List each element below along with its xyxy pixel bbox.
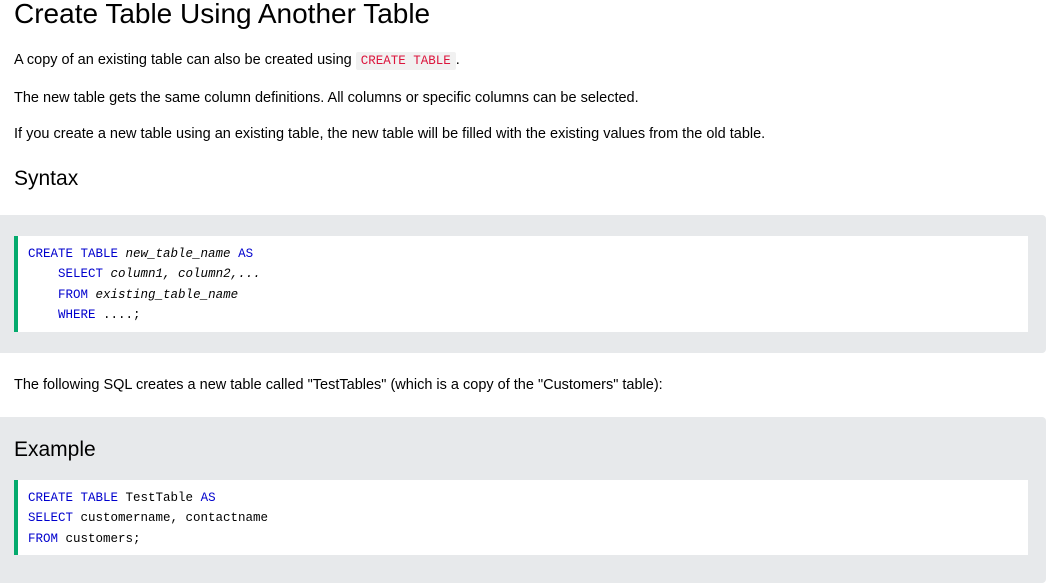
example-heading: Example — [14, 438, 96, 461]
paragraph-filled-values: If you create a new table using an exist… — [14, 126, 766, 142]
example-code-line: FROM customers; — [28, 529, 1028, 549]
syntax-heading: Syntax — [14, 167, 79, 190]
paragraph-example-intro: The following SQL creates a new table ca… — [14, 377, 663, 393]
sql-keyword: AS — [238, 247, 254, 261]
syntax-code-line: WHERE ....; — [28, 305, 1028, 325]
sql-identifier: column1, column2,... — [110, 267, 261, 282]
sql-identifier: existing_table_name — [95, 287, 239, 302]
syntax-panel: CREATE TABLE new_table_name AS SELECT co… — [0, 215, 1046, 353]
paragraph-intro-end: . — [455, 52, 460, 68]
paragraph-intro-text: A copy of an existing table can also be … — [14, 52, 356, 68]
example-code-line: SELECT customername, contactname — [28, 508, 1028, 528]
syntax-code-block[interactable]: CREATE TABLE new_table_name AS SELECT co… — [14, 236, 1028, 332]
paragraph-column-definitions: The new table gets the same column defin… — [14, 90, 639, 106]
page-title: Create Table Using Another Table — [14, 0, 431, 29]
sql-text: customers; — [65, 531, 141, 546]
example-code-block[interactable]: CREATE TABLE TestTable AS SELECT custome… — [14, 480, 1028, 555]
paragraph-intro: A copy of an existing table can also be … — [14, 50, 460, 71]
sql-identifier: new_table_name — [125, 247, 231, 261]
example-code-line: CREATE TABLE TestTable AS — [28, 488, 1028, 508]
sql-keyword: CREATE TABLE — [28, 491, 119, 505]
sql-keyword: AS — [200, 491, 216, 505]
syntax-code-line: FROM existing_table_name — [28, 285, 1028, 305]
tutorial-page: Create Table Using Another Table A copy … — [0, 0, 1056, 583]
syntax-code-line: CREATE TABLE new_table_name AS — [28, 244, 1028, 264]
sql-keyword: SELECT — [58, 267, 104, 282]
sql-keyword: SELECT — [28, 511, 74, 526]
sql-keyword: WHERE — [58, 307, 96, 322]
inline-code-create-table: CREATE TABLE — [355, 52, 456, 70]
sql-keyword: FROM — [58, 287, 89, 302]
sql-text: TestTable — [125, 491, 194, 505]
sql-text: ....; — [103, 307, 141, 322]
syntax-code-line: SELECT column1, column2,... — [28, 264, 1028, 284]
sql-keyword: CREATE TABLE — [28, 247, 119, 261]
sql-text: customername, contactname — [80, 511, 269, 526]
sql-keyword: FROM — [28, 531, 59, 546]
